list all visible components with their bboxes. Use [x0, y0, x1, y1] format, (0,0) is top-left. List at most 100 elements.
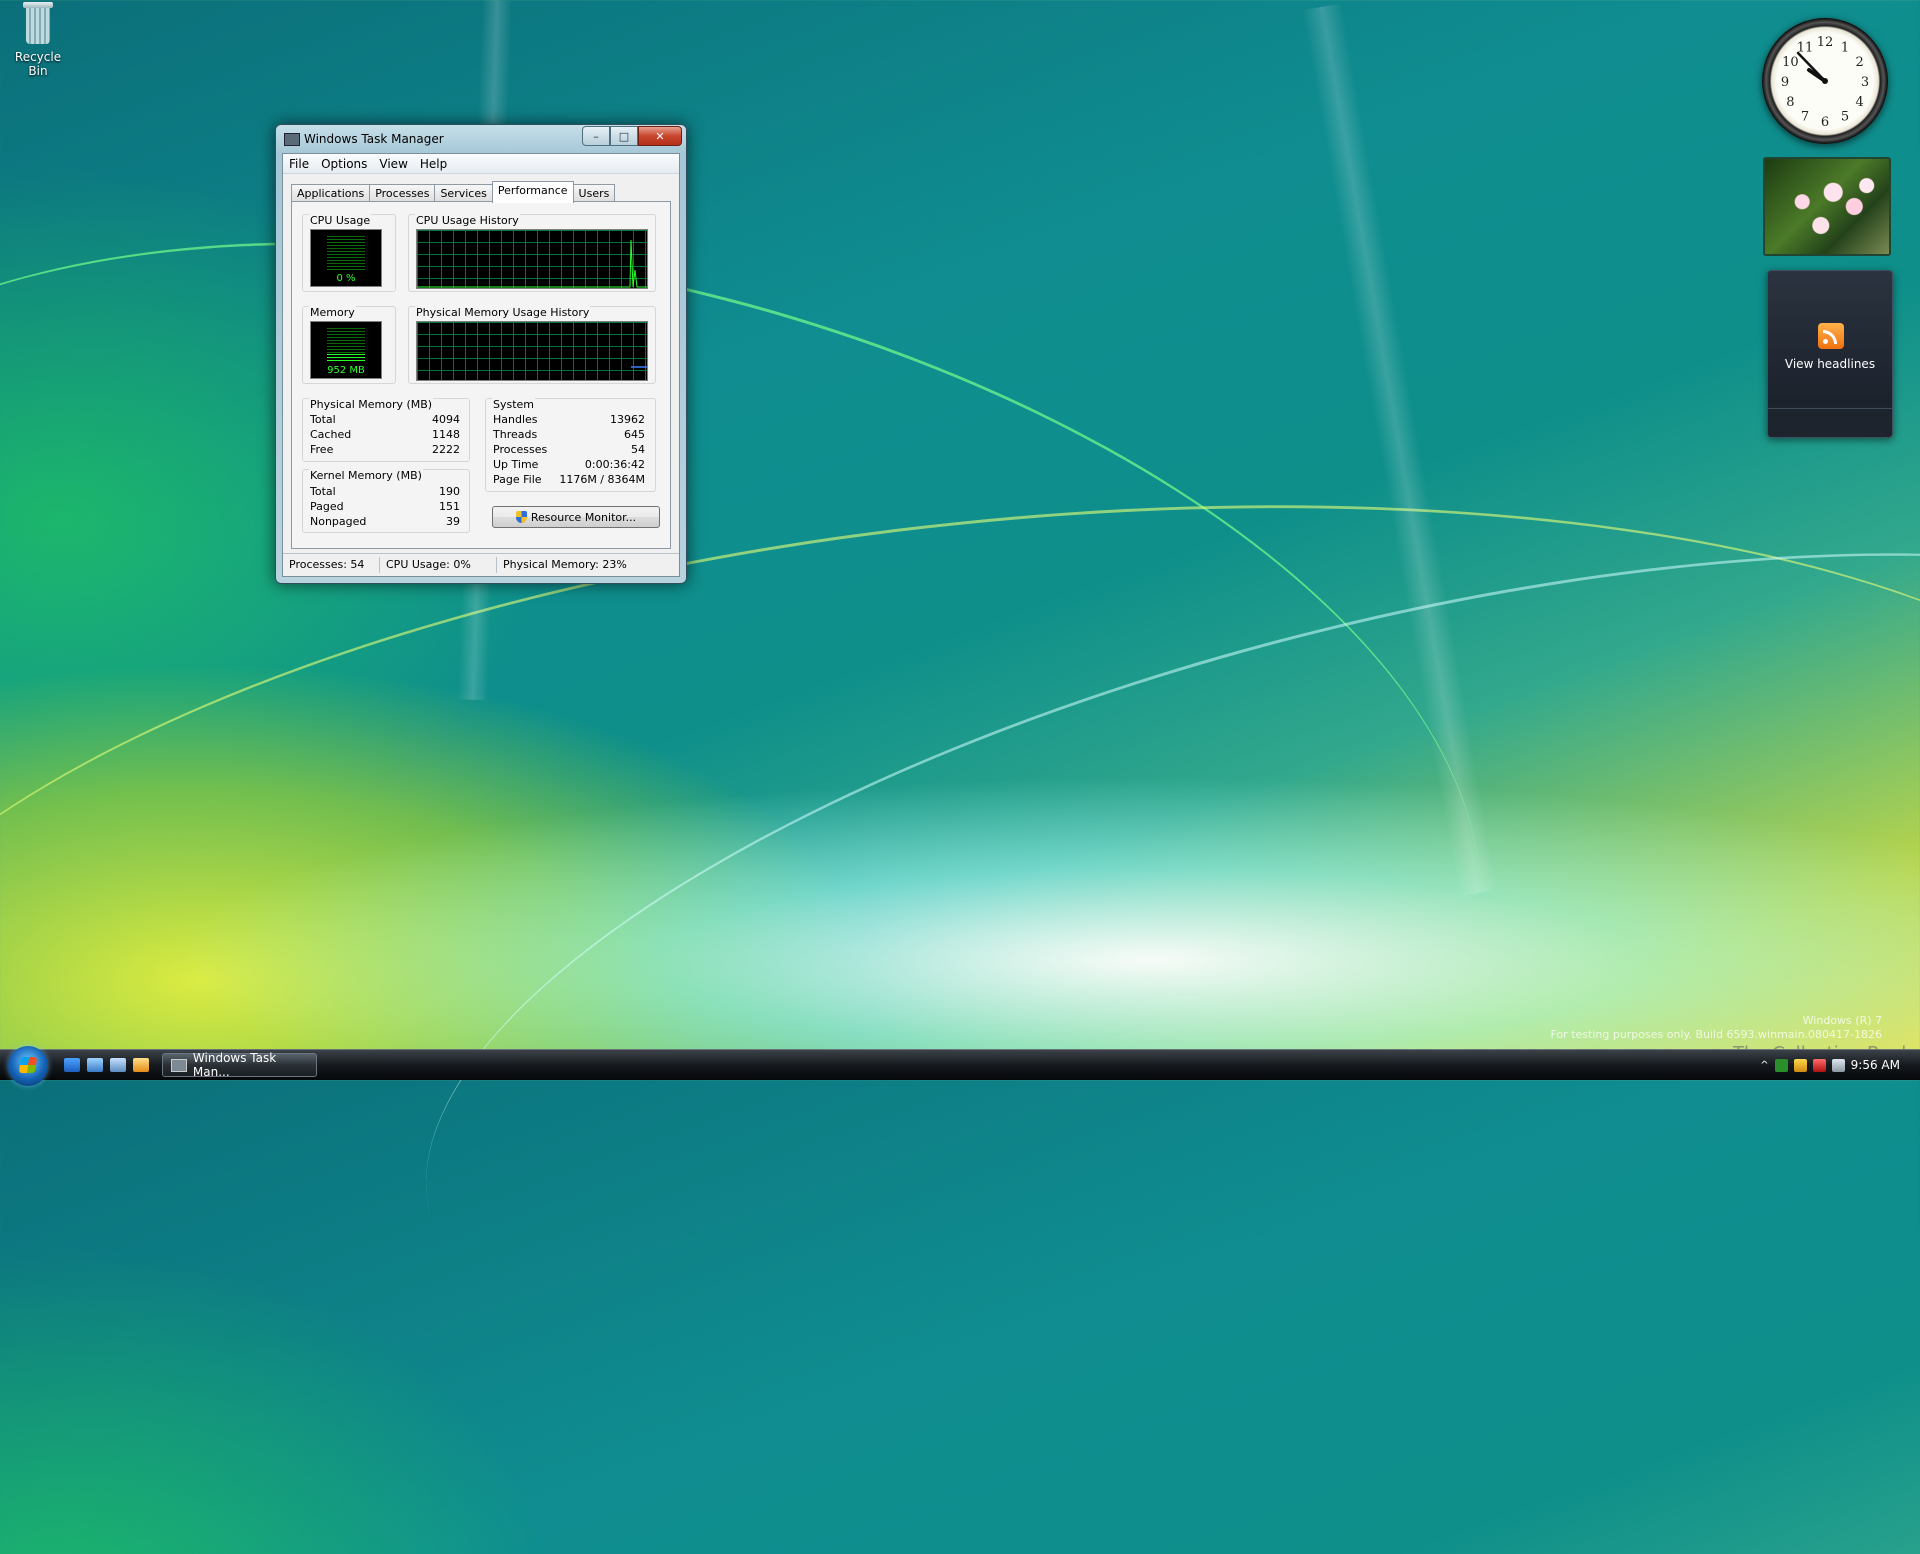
memory-history-label: Physical Memory Usage History: [415, 306, 591, 319]
clock-gadget[interactable]: 11 10 9 8 7 6 5 4 3 2 1 12: [1762, 18, 1888, 144]
maximize-icon: □: [618, 129, 630, 143]
minimize-icon: –: [593, 129, 599, 143]
stat-label: Free: [310, 443, 334, 456]
status-memory: Physical Memory: 23%: [503, 558, 627, 571]
stat-value: 190: [439, 485, 460, 498]
clock-numeral: 3: [1861, 75, 1869, 90]
stat-label: Cached: [310, 428, 352, 441]
recycle-bin[interactable]: Recycle Bin: [4, 2, 72, 78]
taskbar-button-label: Windows Task Man...: [192, 1051, 277, 1079]
slideshow-gadget[interactable]: [1763, 157, 1891, 256]
stat-value: 2222: [432, 443, 460, 456]
tray-cpu-meter-icon[interactable]: [1774, 1058, 1788, 1072]
cpu-history-group: CPU Usage History: [408, 214, 656, 292]
menu-options[interactable]: Options: [315, 157, 373, 171]
feed-footer: [1768, 408, 1892, 437]
clock-numeral: 6: [1821, 115, 1829, 130]
memory-history-group: Physical Memory Usage History: [408, 306, 656, 384]
wallpaper-beam: [1302, 3, 1498, 897]
system-tray: ^ 9:56 AM: [1760, 1050, 1920, 1080]
stat-value: 0:00:36:42: [584, 458, 645, 471]
clock-numeral: 12: [1817, 35, 1834, 50]
show-desktop-icon[interactable]: [87, 1058, 103, 1072]
cpu-history-graph: [416, 229, 648, 289]
window-titlebar[interactable]: Windows Task Manager – □ ✕: [276, 125, 686, 153]
resource-monitor-label: Resource Monitor...: [530, 510, 637, 524]
cpu-usage-value: 0 %: [336, 273, 356, 284]
stat-row: Up Time 0:00:36:42: [493, 457, 645, 472]
stat-label: Total: [310, 485, 336, 498]
clock-minute-hand: [1796, 51, 1827, 83]
stat-value: 645: [624, 428, 645, 441]
clock-numeral: 9: [1781, 75, 1789, 90]
internet-explorer-icon[interactable]: [64, 1058, 80, 1072]
clock-numeral: 4: [1856, 95, 1864, 110]
watermark-line2: For testing purposes only. Build 6593.wi…: [1550, 1028, 1882, 1041]
status-bar: Processes: 54 CPU Usage: 0% Physical Mem…: [283, 553, 679, 576]
feed-headlines-gadget[interactable]: View headlines: [1767, 270, 1893, 438]
build-watermark: Windows (R) 7 For testing purposes only.…: [1551, 1014, 1882, 1042]
tray-chevron-icon[interactable]: ^: [1760, 1060, 1768, 1071]
switch-windows-icon[interactable]: [110, 1058, 126, 1072]
watermark-line1: Windows (R) 7: [1802, 1014, 1882, 1027]
task-manager-window[interactable]: Windows Task Manager – □ ✕ File Options …: [275, 124, 687, 584]
stat-label: Nonpaged: [310, 515, 367, 528]
window-title: Windows Task Manager: [304, 132, 444, 146]
tab-performance[interactable]: Performance: [491, 181, 574, 203]
status-cpu: CPU Usage: 0%: [380, 557, 497, 573]
stat-value: 13962: [610, 413, 645, 426]
memory-history-graph: [416, 321, 648, 381]
cpu-history-label: CPU Usage History: [415, 214, 520, 227]
stat-label: Handles: [493, 413, 538, 426]
stat-row: Handles 13962: [493, 412, 645, 427]
stat-label: Paged: [310, 500, 344, 513]
cpu-usage-group: CPU Usage 0 %: [302, 214, 396, 292]
cpu-history-line: [417, 239, 647, 288]
memory-group: Memory 952 MB: [302, 306, 396, 384]
menu-help[interactable]: Help: [414, 157, 453, 171]
close-button[interactable]: ✕: [638, 126, 682, 146]
memory-fill: [327, 354, 365, 362]
tray-clock[interactable]: 9:56 AM: [1851, 1058, 1900, 1072]
memory-label: Memory: [309, 306, 356, 319]
tray-network-icon[interactable]: [1812, 1058, 1826, 1072]
cpu-history-svg: [417, 239, 647, 288]
taskbar: Windows Task Man... ^ 9:56 AM: [0, 1046, 1920, 1086]
media-player-icon[interactable]: [133, 1058, 149, 1072]
clock-numeral: 10: [1782, 55, 1799, 70]
tray-volume-icon[interactable]: [1831, 1058, 1845, 1072]
clock-numeral: 8: [1786, 95, 1794, 110]
start-button[interactable]: [8, 1046, 48, 1086]
stat-row: Free 2222: [310, 442, 460, 457]
stat-value: 54: [631, 443, 645, 456]
tab-strip: Applications Processes Services Performa…: [291, 181, 616, 203]
feed-headlines-text[interactable]: View headlines: [1768, 357, 1892, 371]
uac-shield-icon: [515, 511, 527, 523]
stat-row: Paged 151: [310, 499, 460, 514]
cpu-usage-label: CPU Usage: [309, 214, 372, 227]
minimize-button[interactable]: –: [582, 126, 610, 146]
taskbar-button-task-manager[interactable]: Windows Task Man...: [162, 1051, 317, 1079]
clock-numeral: 5: [1841, 110, 1849, 125]
clock-face: 1110987 6 5432112: [1781, 35, 1869, 130]
stat-value: 4094: [432, 413, 460, 426]
stat-row: Total 190: [310, 484, 460, 499]
task-manager-icon: [284, 133, 300, 146]
menu-file[interactable]: File: [283, 157, 315, 171]
menu-view[interactable]: View: [373, 157, 413, 171]
clock-numeral: 2: [1856, 55, 1864, 70]
window-client: File Options View Help Applications Proc…: [282, 153, 680, 577]
maximize-button[interactable]: □: [610, 126, 638, 146]
memory-history-svg: [631, 366, 647, 368]
tray-action-center-icon[interactable]: [1793, 1058, 1807, 1072]
physical-memory-group: Physical Memory (MB) Total 4094 Cached 114…: [302, 398, 470, 462]
clock-numeral: 1: [1841, 40, 1849, 55]
recycle-bin-icon: [21, 2, 55, 46]
resource-monitor-button[interactable]: Resource Monitor...: [492, 506, 660, 528]
stat-value: 39: [446, 515, 460, 528]
stat-label: Processes: [493, 443, 548, 456]
task-manager-icon: [171, 1058, 187, 1072]
performance-panel: CPU Usage 0 % CPU Usage History Memory 9…: [291, 201, 671, 549]
stat-row: Cached 1148: [310, 427, 460, 442]
recycle-bin-label: Recycle Bin: [14, 50, 62, 78]
